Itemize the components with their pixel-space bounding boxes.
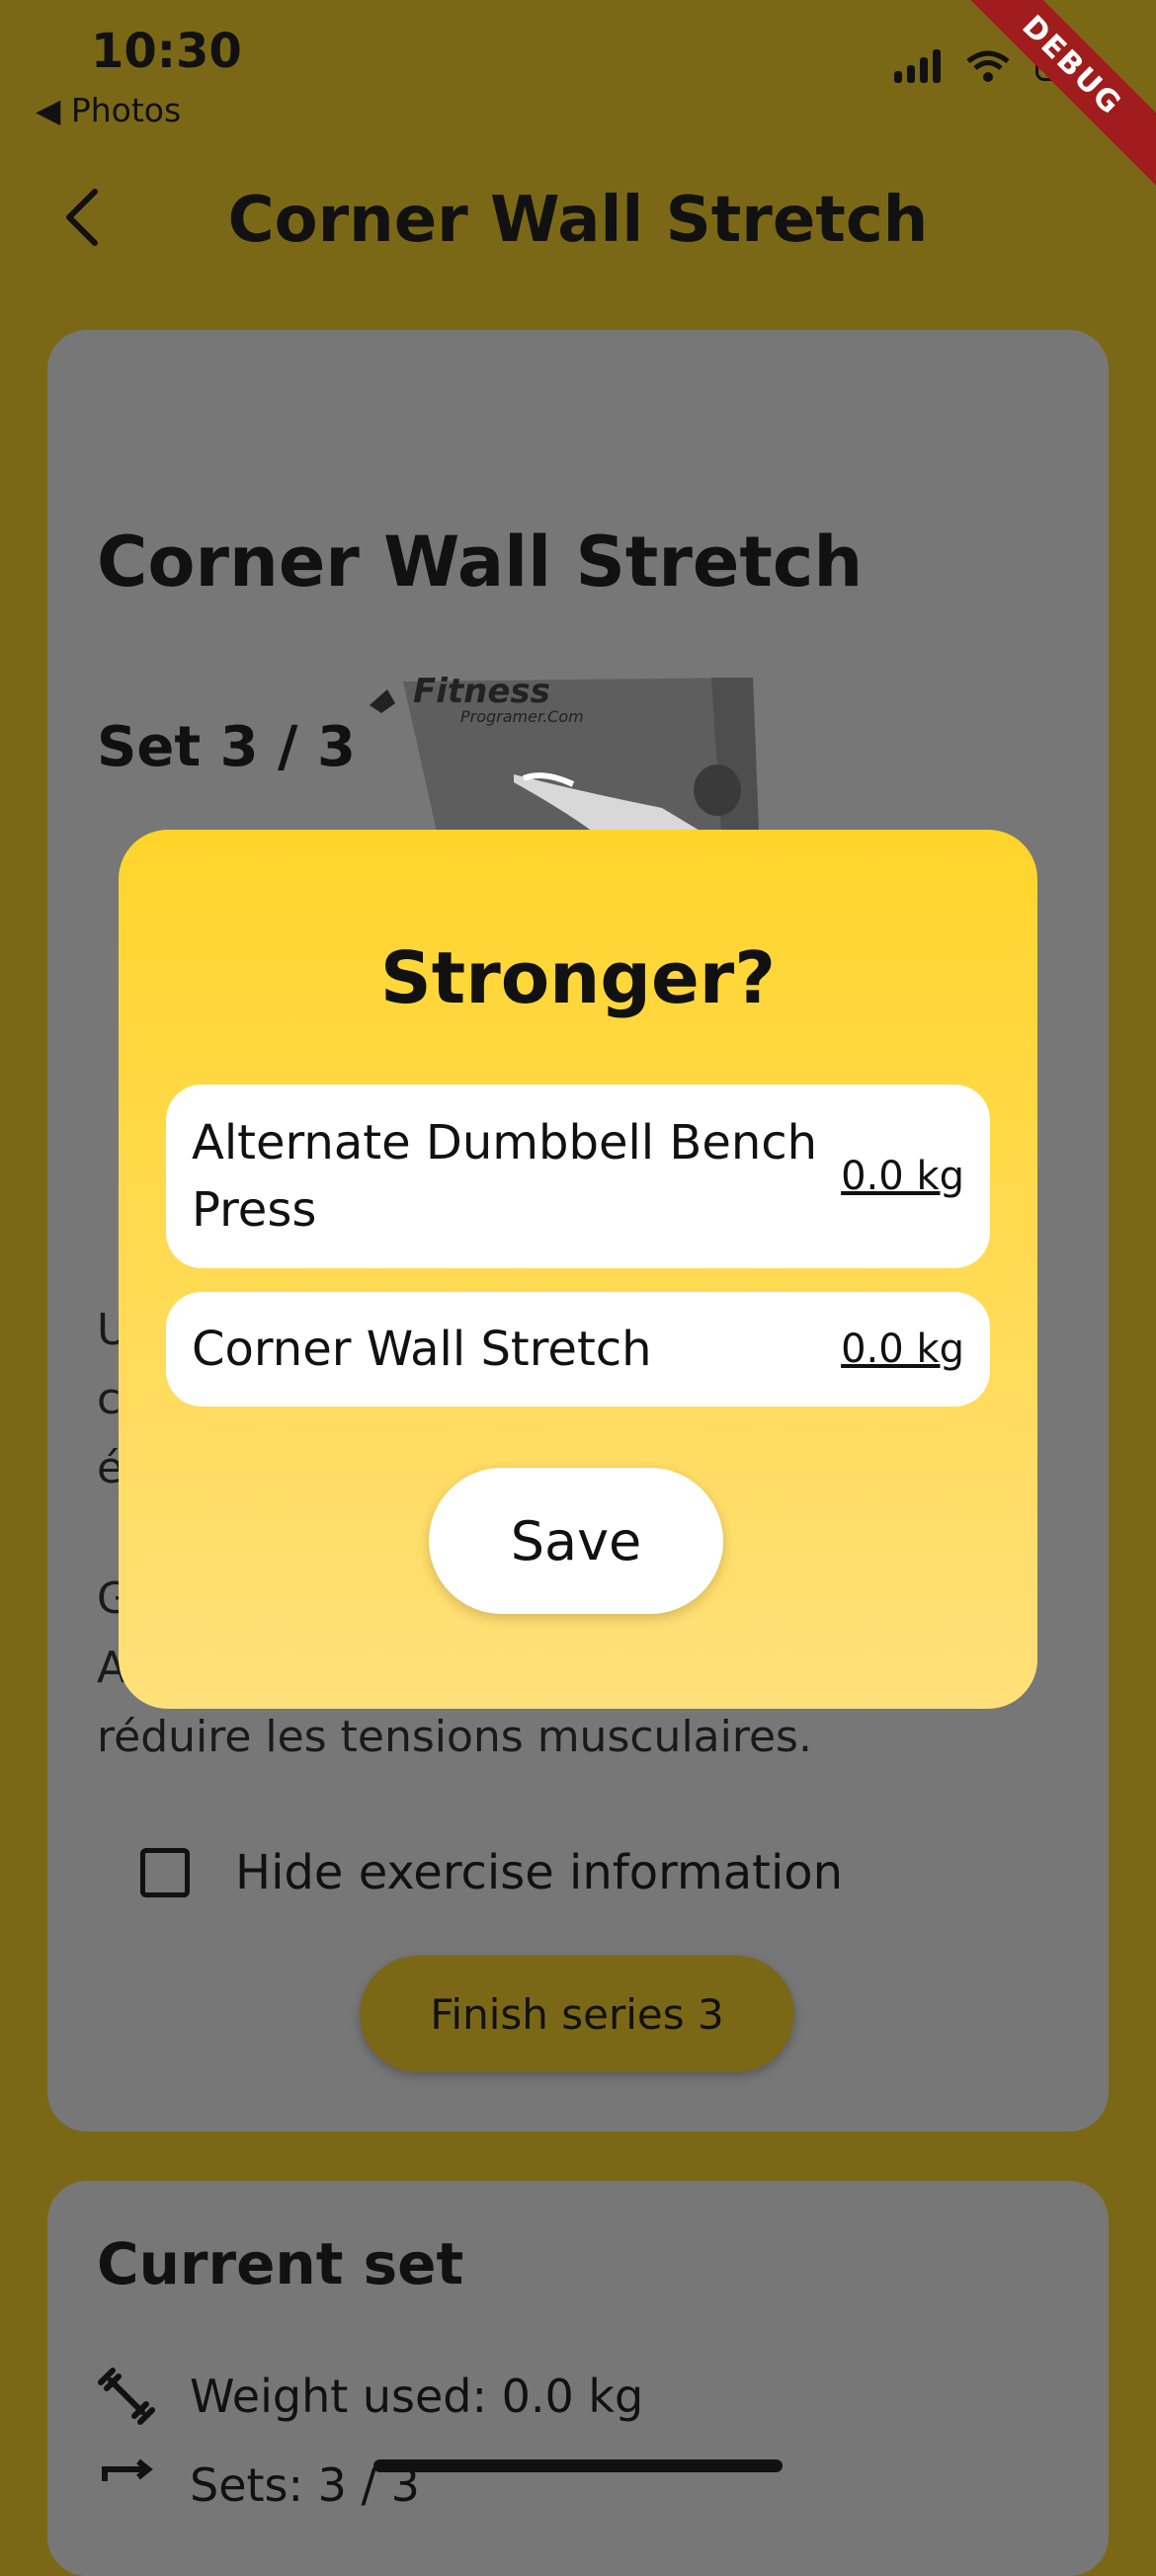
hide-info-checkbox[interactable] — [140, 1848, 190, 1897]
fitness-logo-subtext: Programer.Com — [460, 707, 584, 726]
home-indicator — [373, 2459, 783, 2472]
list-item[interactable]: Corner Wall Stretch 0.0 kg — [166, 1292, 990, 1407]
current-set-title: Current set — [97, 2230, 464, 2297]
dumbbell-icon — [98, 2368, 155, 2425]
exercise-description-2-end: réduire les tensions musculaires. — [97, 1712, 812, 1762]
list-item[interactable]: Alternate Dumbbell Bench Press 0.0 kg — [166, 1085, 990, 1268]
status-time: 10:30 — [91, 24, 242, 79]
stronger-dialog: Stronger? Alternate Dumbbell Bench Press… — [119, 830, 1037, 1709]
debug-banner: DEBUG — [946, 0, 1156, 192]
status-back-to-photos[interactable]: ◀ Photos — [36, 91, 181, 129]
exercise-image: Fitness Programer.Com — [366, 654, 761, 832]
page-title: Corner Wall Stretch — [227, 184, 929, 257]
set-progress-label: Set 3 / 3 — [97, 715, 356, 779]
weight-used-text: Weight used: 0.0 kg — [190, 2370, 644, 2423]
weight-used-row: Weight used: 0.0 kg — [97, 2367, 643, 2426]
hide-info-row[interactable]: Hide exercise information — [140, 1845, 843, 1900]
hide-info-label: Hide exercise information — [235, 1845, 844, 1900]
wifi-icon — [966, 50, 1010, 82]
weight-link[interactable]: 0.0 kg — [841, 1327, 964, 1372]
save-button[interactable]: Save — [429, 1468, 723, 1614]
sets-row: Sets: 3 / 3 — [97, 2455, 420, 2515]
exercise-name: Corner Wall Stretch — [192, 1322, 652, 1377]
finish-series-button[interactable]: Finish series 3 — [360, 1956, 794, 2072]
exercise-name: Alternate Dumbbell Bench Press — [192, 1115, 818, 1238]
dialog-title: Stronger? — [379, 936, 777, 1019]
exercise-title: Corner Wall Stretch — [97, 522, 864, 603]
weight-link[interactable]: 0.0 kg — [841, 1154, 964, 1199]
repeat-icon — [102, 2458, 153, 2481]
fitness-logo-text: Fitness — [413, 672, 550, 711]
cellular-signal-icon — [894, 49, 941, 83]
